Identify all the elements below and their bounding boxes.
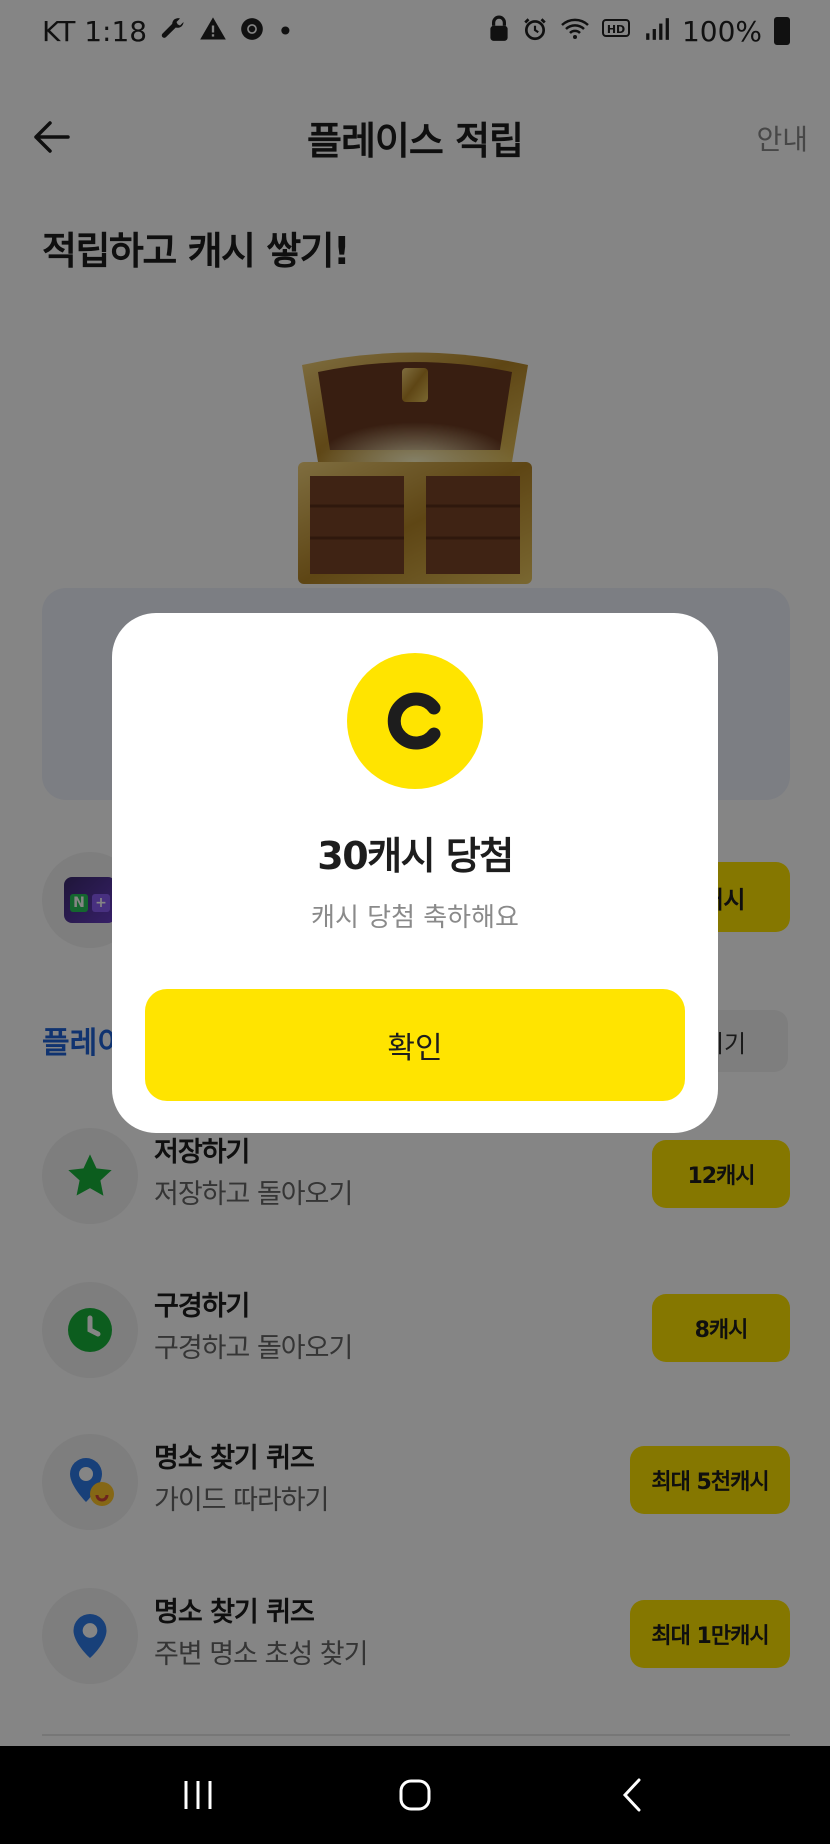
home-icon: [399, 1779, 431, 1811]
recent-apps-icon: [184, 1781, 212, 1809]
dialog-title: 30캐시 당첨: [317, 834, 514, 878]
system-back-button[interactable]: [592, 1765, 672, 1825]
chevron-left-icon: [622, 1778, 641, 1812]
home-button[interactable]: [375, 1765, 455, 1825]
cash-coin-icon: [347, 653, 483, 789]
confirm-button[interactable]: 확인: [145, 989, 685, 1101]
dialog-subtitle: 캐시 당첨 축하해요: [311, 903, 519, 933]
recent-apps-button[interactable]: [158, 1765, 238, 1825]
cash-win-dialog: 30캐시 당첨 캐시 당첨 축하해요 확인: [112, 613, 718, 1133]
system-nav-bar: [0, 1746, 830, 1844]
